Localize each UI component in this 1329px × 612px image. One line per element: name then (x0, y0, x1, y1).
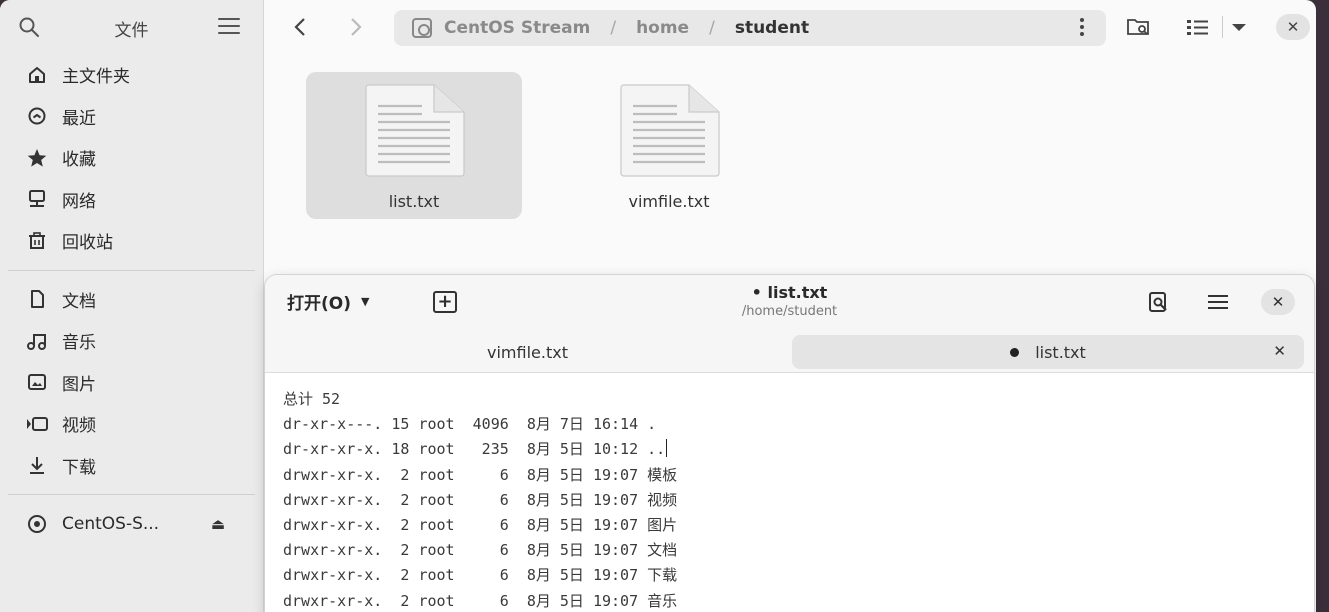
path-separator: / (709, 18, 715, 38)
sidebar-item-label: 音乐 (62, 333, 96, 354)
sidebar-item-home[interactable]: 主文件夹 (0, 54, 263, 96)
eject-icon[interactable]: ⏏ (211, 515, 225, 533)
sidebar-item-network[interactable]: 网络 (0, 179, 263, 221)
text-line: drwxr-xr-x. 2 root 6 8月 5日 19:07 文档 (283, 541, 678, 560)
sidebar-item-trash[interactable]: 回收站 (0, 220, 263, 262)
sidebar-item-label: CentOS-S... (62, 513, 160, 534)
tab-label: vimfile.txt (487, 342, 568, 362)
text-line-with-cursor: dr-xr-xr-x. 18 root 235 8月 5日 10:12 .. (283, 437, 1296, 462)
sidebar-item-label: 回收站 (62, 233, 113, 254)
sidebar-item-label: 最近 (62, 108, 96, 129)
editor-header-bar: 打开(O) ▼ + • list.txt /home/student ✕ (265, 275, 1314, 329)
main-menu-button[interactable] (1205, 289, 1231, 315)
text-line: drwxr-xr-x. 2 root 6 8月 5日 19:07 音乐 (283, 591, 678, 610)
text-line: drwxr-xr-x. 2 root 6 8月 5日 19:07 模板 (283, 465, 678, 484)
places-list: 主文件夹 最近 收藏 网络 回收站 (0, 54, 263, 262)
network-icon (26, 188, 48, 210)
path-segment[interactable]: home (636, 18, 689, 38)
path-segment[interactable]: CentOS Stream (444, 18, 590, 38)
sidebar: 文件 主文件夹 最近 收藏 网络 回收站 文档 音乐 图片 视频 下载 Cent… (0, 0, 264, 612)
sidebar-item-recent[interactable]: 最近 (0, 96, 263, 138)
bookmarks-list: 文档 音乐 图片 视频 下载 (0, 279, 263, 487)
sidebar-item-label: 视频 (62, 416, 96, 437)
trash-icon (26, 230, 48, 252)
toolbar-divider (1222, 16, 1223, 38)
text-line: drwxr-xr-x. 2 root 6 8月 5日 19:07 下载 (283, 566, 678, 585)
text-editor-window: 打开(O) ▼ + • list.txt /home/student ✕ vim… (265, 275, 1314, 612)
close-icon: ✕ (1286, 18, 1300, 36)
sidebar-item-videos[interactable]: 视频 (0, 403, 263, 445)
file-name: list.txt (388, 192, 440, 211)
text-line: drwxr-xr-x. 2 root 6 8月 5日 19:07 图片 (283, 516, 678, 535)
list-view-icon (1187, 20, 1208, 35)
chevron-down-icon (1232, 24, 1246, 31)
text-line: 总计 52 (283, 390, 341, 408)
sidebar-item-label: 收藏 (62, 150, 96, 171)
sidebar-item-pictures[interactable]: 图片 (0, 362, 263, 404)
sidebar-divider (8, 494, 255, 495)
view-list-button[interactable] (1186, 15, 1210, 39)
text-line: dr-xr-x---. 15 root 4096 8月 7日 16:14 . (283, 415, 657, 434)
find-in-page-icon (1149, 292, 1167, 312)
chevron-left-icon (294, 18, 305, 36)
path-separator: / (610, 18, 617, 38)
video-icon (26, 413, 48, 435)
text-line: drwxr-xr-x. 2 root 6 8月 5日 19:07 视频 (283, 490, 678, 509)
sidebar-item-music[interactable]: 音乐 (0, 320, 263, 362)
menu-icon (1208, 295, 1228, 309)
close-tab-icon[interactable]: ✕ (1273, 342, 1286, 360)
download-icon (26, 454, 48, 476)
path-menu-icon[interactable] (1080, 18, 1084, 38)
text-content[interactable]: 总计 52 dr-xr-x---. 15 root 4096 8月 7日 16:1… (265, 373, 1314, 612)
view-options-button[interactable] (1230, 15, 1248, 39)
text-cursor (666, 439, 668, 458)
forward-button[interactable] (342, 13, 370, 41)
sidebar-item-label: 下载 (62, 457, 96, 478)
music-icon (26, 330, 48, 352)
clock-icon (26, 105, 48, 127)
sidebar-item-label: 主文件夹 (62, 67, 130, 88)
drive-icon (412, 18, 432, 38)
star-icon (26, 147, 48, 169)
close-editor-button[interactable]: ✕ (1261, 289, 1295, 315)
find-button[interactable] (1145, 289, 1171, 315)
document-icon (26, 288, 48, 310)
tab-vimfile[interactable]: vimfile.txt (275, 335, 780, 369)
sidebar-item-downloads[interactable]: 下载 (0, 445, 263, 487)
sidebar-item-disc[interactable]: CentOS-S... ⏏ (0, 503, 263, 545)
menu-icon[interactable] (218, 18, 240, 36)
sidebar-item-starred[interactable]: 收藏 (0, 137, 263, 179)
close-window-button[interactable]: ✕ (1276, 14, 1310, 40)
tab-bar: vimfile.txt list.txt ✕ (265, 329, 1314, 373)
close-icon: ✕ (1271, 293, 1285, 311)
back-button[interactable] (286, 13, 314, 41)
devices-list: CentOS-S... ⏏ (0, 503, 263, 545)
disc-icon (26, 513, 48, 535)
path-segment-current[interactable]: student (735, 18, 809, 38)
text-line: dr-xr-xr-x. 18 root 235 8月 5日 10:12 .. (283, 440, 666, 459)
sidebar-item-label: 图片 (62, 374, 96, 395)
tab-label: list.txt (1035, 342, 1086, 362)
chevron-right-icon (351, 18, 362, 36)
file-item[interactable]: list.txt (306, 72, 522, 219)
header-bar: CentOS Stream / home / student ✕ (264, 0, 1316, 54)
sidebar-divider (8, 269, 255, 271)
modified-dot-icon (1010, 347, 1020, 357)
sidebar-item-documents[interactable]: 文档 (0, 279, 263, 321)
home-icon (26, 64, 48, 86)
sidebar-item-label: 文档 (62, 291, 96, 312)
sidebar-item-label: 网络 (62, 191, 96, 212)
tab-list[interactable]: list.txt ✕ (792, 335, 1304, 369)
file-item[interactable]: vimfile.txt (561, 72, 777, 219)
sidebar-header: 文件 (0, 0, 263, 54)
folder-search-icon (1127, 19, 1149, 35)
text-file-icon (620, 84, 720, 177)
picture-icon (26, 371, 48, 393)
text-file-icon (365, 84, 465, 177)
file-grid: list.txt vimfile.txt (264, 54, 1316, 274)
file-name: vimfile.txt (628, 192, 710, 211)
search-folder-button[interactable] (1126, 15, 1152, 39)
path-bar[interactable]: CentOS Stream / home / student (394, 10, 1106, 46)
